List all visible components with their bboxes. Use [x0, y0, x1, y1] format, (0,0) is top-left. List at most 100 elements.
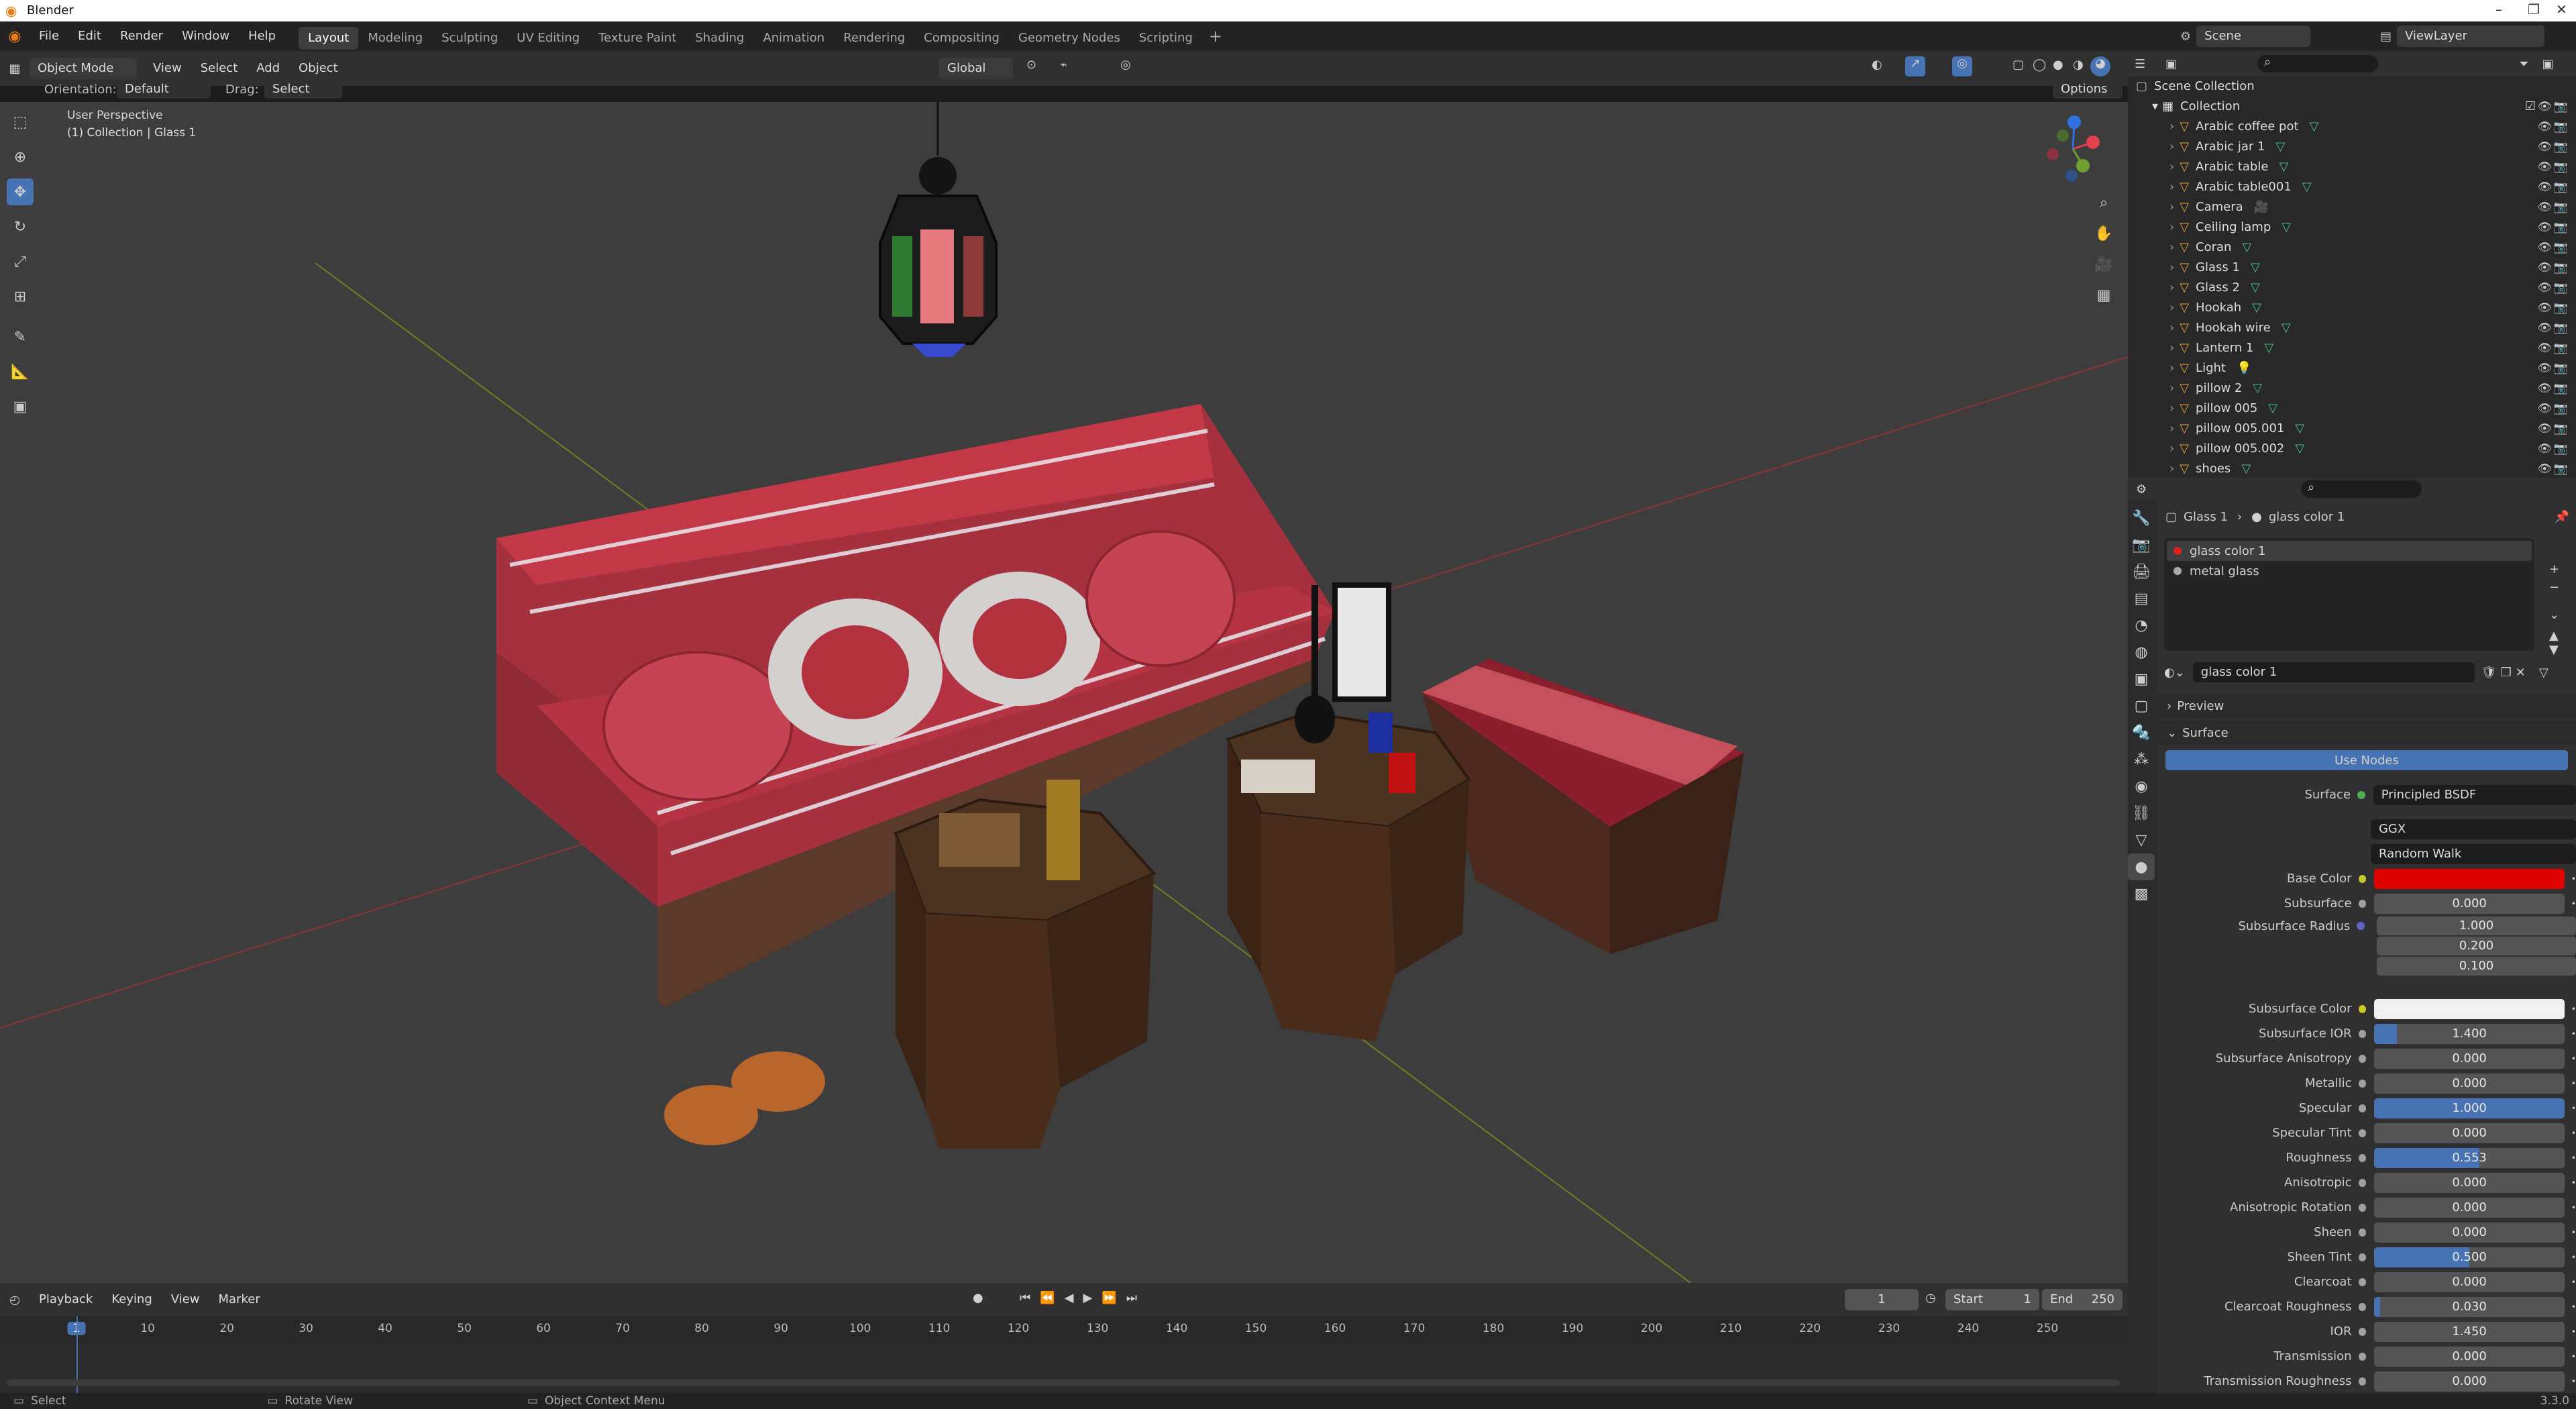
expand-icon[interactable]: › [2169, 217, 2174, 238]
timeline-menu-view[interactable]: View [162, 1283, 209, 1316]
menu-window[interactable]: Window [172, 21, 239, 51]
render-camera-icon[interactable]: 📷 [2554, 399, 2568, 419]
timeline-menu-marker[interactable]: Marker [209, 1283, 270, 1316]
tab-rendering[interactable]: Rendering [834, 27, 914, 50]
visibility-eye-icon[interactable]: 👁 [2537, 419, 2552, 439]
outliner-item[interactable]: › ▽ Glass 2 ▽ 👁 📷 [2128, 278, 2576, 298]
visibility-eye-icon[interactable]: 👁 [2537, 318, 2552, 338]
keyframe-dot-icon[interactable]: • [2571, 1327, 2576, 1337]
material-slot[interactable]: metal glass [2167, 561, 2532, 581]
property-field[interactable]: 0.000 [2374, 1271, 2565, 1292]
property-field[interactable]: 0.030 [2374, 1296, 2565, 1317]
preview-section-header[interactable]: › Preview [2157, 694, 2576, 718]
visibility-eye-icon[interactable]: 👁 [2537, 358, 2552, 378]
expand-icon[interactable]: › [2169, 439, 2174, 459]
move-up-icon[interactable]: ▲ [2549, 629, 2569, 643]
play-icon[interactable]: ▶ [1083, 1291, 1092, 1305]
collection-checkbox[interactable]: ☑ [2525, 97, 2536, 117]
render-camera-icon[interactable]: 📷 [2554, 419, 2568, 439]
property-field[interactable]: 0.000 [2374, 1073, 2565, 1094]
measure-tool-icon[interactable]: 📐 [7, 358, 34, 385]
property-field[interactable]: 0.000 [2374, 1346, 2565, 1367]
subsurface-radius-field[interactable]: 1.000 [2376, 917, 2576, 935]
properties-editor-icon[interactable]: ⚙ [2136, 482, 2147, 497]
render-camera-icon[interactable]: 📷 [2554, 338, 2568, 358]
keyframe-dot-icon[interactable]: • [2571, 899, 2576, 908]
snap-icon[interactable]: ⌁ [1060, 58, 1067, 72]
expand-icon[interactable]: › [2169, 358, 2174, 378]
collapse-icon[interactable]: ▾ [2152, 97, 2158, 117]
outliner-item[interactable]: › ▽ Lantern 1 ▽ 👁 📷 [2128, 338, 2576, 358]
property-field[interactable]: 1.450 [2374, 1321, 2565, 1342]
property-field[interactable]: 0.000 [2374, 1222, 2565, 1243]
property-field[interactable]: 0.000 [2374, 1172, 2565, 1193]
view-layer-tab-icon[interactable]: ▤ [2128, 585, 2155, 612]
expand-icon[interactable]: › [2169, 197, 2174, 217]
outliner-item[interactable]: › ▽ pillow 005.002 ▽ 👁 📷 [2128, 439, 2576, 459]
3d-viewport[interactable]: User Perspective (1) Collection | Glass … [0, 102, 2128, 1283]
duplicate-material-icon[interactable]: ❐ [2501, 666, 2512, 680]
expand-icon[interactable]: › [2169, 137, 2174, 157]
keyframe-dot-icon[interactable]: • [2571, 1377, 2576, 1386]
keyframe-dot-icon[interactable]: • [2571, 1004, 2576, 1014]
camera-view-icon[interactable]: 🎥 [2090, 251, 2117, 278]
tab-sculpting[interactable]: Sculpting [432, 27, 507, 50]
keyframe-dot-icon[interactable]: • [2571, 1277, 2576, 1287]
current-frame-field[interactable]: 1 [1845, 1289, 1919, 1310]
visibility-eye-icon[interactable]: 👁 [2537, 97, 2552, 117]
tab-uv-editing[interactable]: UV Editing [507, 27, 589, 50]
menu-edit[interactable]: Edit [68, 21, 111, 51]
world-tab-icon[interactable]: ◍ [2128, 639, 2155, 666]
property-field[interactable]: 1.000 [2374, 1098, 2565, 1118]
ortho-toggle-icon[interactable]: ▦ [2090, 282, 2117, 309]
property-field[interactable]: 0.000 [2374, 893, 2565, 914]
keyframe-dot-icon[interactable]: • [2571, 1203, 2576, 1212]
scene-selector[interactable]: ⚙ Scene [2180, 25, 2311, 47]
subsurface-radius-field[interactable]: 0.100 [2376, 957, 2576, 976]
property-field[interactable]: 0.000 [2374, 1048, 2565, 1069]
render-camera-icon[interactable]: 📷 [2554, 117, 2568, 137]
outliner-item[interactable]: › ▽ Hookah wire ▽ 👁 📷 [2128, 318, 2576, 338]
physics-tab-icon[interactable]: ◉ [2128, 773, 2155, 800]
property-field[interactable] [2374, 998, 2565, 1019]
expand-icon[interactable]: › [2169, 177, 2174, 197]
scene-name[interactable]: Scene [2196, 25, 2311, 47]
rotate-tool-icon[interactable]: ↻ [7, 213, 34, 240]
menu-render[interactable]: Render [111, 21, 172, 51]
keyframe-dot-icon[interactable]: • [2571, 1079, 2576, 1088]
keyframe-dot-icon[interactable]: • [2571, 1104, 2576, 1113]
property-field[interactable]: 1.400 [2374, 1023, 2565, 1044]
expand-icon[interactable]: › [2169, 318, 2174, 338]
properties-search-input[interactable]: ⌕ [2301, 480, 2422, 498]
visibility-eye-icon[interactable]: 👁 [2537, 258, 2552, 278]
render-camera-icon[interactable]: 📷 [2554, 97, 2568, 117]
expand-icon[interactable]: › [2169, 419, 2174, 439]
material-slot[interactable]: glass color 1 [2167, 541, 2532, 561]
expand-icon[interactable]: › [2169, 258, 2174, 278]
record-icon[interactable]: ● [973, 1291, 983, 1305]
visibility-eye-icon[interactable]: 👁 [2537, 238, 2552, 258]
add-workspace-icon[interactable]: + [1209, 27, 1222, 46]
subsurface-method-dropdown[interactable]: Random Walk [2370, 843, 2576, 864]
end-frame-field[interactable]: End 250 [2042, 1289, 2123, 1310]
maximize-icon[interactable]: ❐ [2528, 1, 2540, 17]
proportional-edit-icon[interactable]: ◎ [1120, 58, 1131, 72]
tab-layout[interactable]: Layout [299, 26, 359, 50]
visibility-eye-icon[interactable]: 👁 [2537, 378, 2552, 399]
visibility-eye-icon[interactable]: 👁 [2537, 117, 2552, 137]
keyframe-dot-icon[interactable]: • [2571, 1153, 2576, 1163]
new-collection-icon[interactable]: ▣ [2542, 57, 2554, 71]
modifier-tab-icon[interactable]: 🔩 [2128, 719, 2155, 746]
pin-icon[interactable]: 📌 [2555, 510, 2569, 524]
collection-row[interactable]: ▾ ▦ Collection ☑ 👁 📷 [2128, 97, 2576, 117]
visibility-eye-icon[interactable]: 👁 [2537, 298, 2552, 318]
jump-end-icon[interactable]: ⏭ [1126, 1291, 1137, 1305]
visibility-eye-icon[interactable]: 👁 [2537, 177, 2552, 197]
timeline-menu-keying[interactable]: Keying [102, 1283, 161, 1316]
outliner-editor-icon[interactable]: ☰ [2135, 57, 2145, 71]
fake-user-icon[interactable]: 🛡 [2481, 666, 2497, 680]
outliner-item[interactable]: › ▽ Hookah ▽ 👁 📷 [2128, 298, 2576, 318]
tab-compositing[interactable]: Compositing [914, 27, 1009, 50]
constraints-tab-icon[interactable]: ⛓ [2128, 800, 2155, 827]
expand-icon[interactable]: › [2169, 157, 2174, 177]
